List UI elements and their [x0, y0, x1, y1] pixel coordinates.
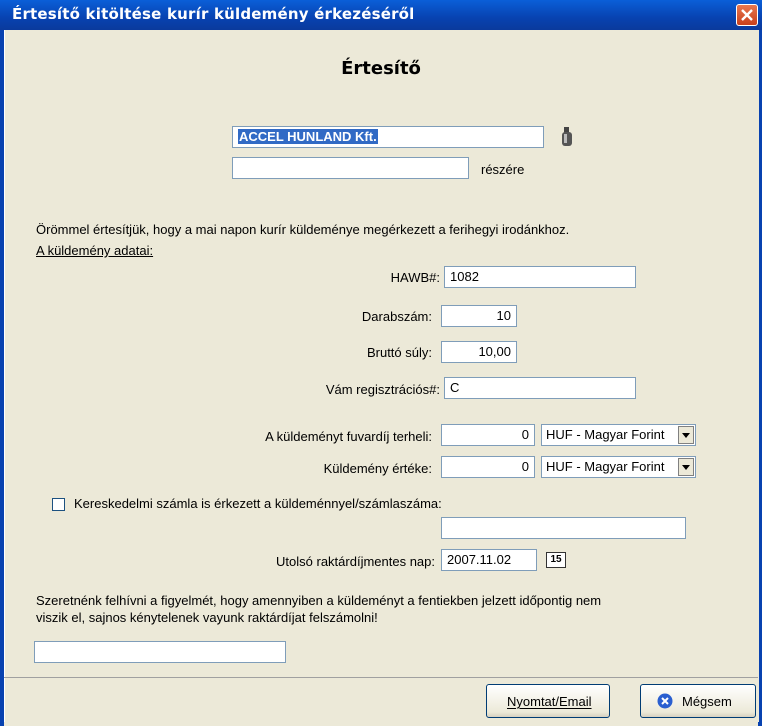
invoice-label: Kereskedelmi számla is érkezett a küldem… [74, 496, 442, 511]
invoice-number-field[interactable] [441, 517, 686, 539]
print-email-button[interactable]: Nyomtat/Email [486, 684, 610, 718]
title-bar[interactable]: Értesítő kitöltése kurír küldemény érkez… [0, 0, 762, 30]
close-icon [741, 9, 753, 21]
freight-currency-select[interactable]: HUF - Magyar Forint [541, 424, 696, 446]
calendar-icon[interactable]: 15 [546, 552, 566, 568]
recipient-second-field[interactable] [232, 157, 469, 179]
section-title: A küldemény adatai: [36, 243, 154, 258]
pieces-field[interactable]: 10 [441, 305, 517, 327]
cancel-icon [657, 693, 673, 709]
extra-field[interactable] [34, 641, 286, 663]
customs-field[interactable]: C [444, 377, 636, 399]
dialog-heading: Értesítő [341, 58, 421, 79]
value-currency-select[interactable]: HUF - Magyar Forint [541, 456, 696, 478]
customs-label: Vám regisztrációs#: [325, 382, 440, 397]
print-email-label: Nyomtat/Email [507, 694, 592, 709]
value-label: Küldemény értéke: [323, 461, 432, 476]
value-amount-field[interactable]: 0 [441, 456, 535, 478]
invoice-checkbox[interactable] [52, 498, 65, 511]
company-value: ACCEL HUNLAND Kft. [238, 129, 378, 144]
pieces-label: Darabszám: [361, 309, 432, 324]
window-title: Értesítő kitöltése kurír küldemény érkez… [12, 5, 415, 23]
chevron-down-icon[interactable] [678, 426, 694, 444]
chevron-down-icon[interactable] [678, 458, 694, 476]
divider [4, 677, 758, 678]
freight-amount-field[interactable]: 0 [441, 424, 535, 446]
hawb-field[interactable]: 1082 [444, 266, 636, 288]
cancel-button[interactable]: Mégsem [640, 684, 756, 718]
cancel-label: Mégsem [682, 694, 732, 709]
last-free-day-label: Utolsó raktárdíjmentes nap: [276, 554, 435, 569]
notice-line-1: Szeretnénk felhívni a figyelmét, hogy am… [36, 593, 602, 608]
lookup-icon[interactable] [560, 126, 574, 150]
intro-text: Örömmel értesítjük, hogy a mai napon kur… [36, 222, 570, 237]
freight-label: A küldeményt fuvardíj terheli: [265, 429, 432, 444]
company-field[interactable]: ACCEL HUNLAND Kft. [232, 126, 544, 148]
notice-line-2: viszik el, sajnos kénytelenek vayunk rak… [36, 610, 378, 625]
value-currency-value: HUF - Magyar Forint [546, 459, 665, 474]
weight-label: Bruttó súly: [366, 345, 432, 360]
calendar-icon-text: 15 [550, 554, 562, 565]
freight-currency-value: HUF - Magyar Forint [546, 427, 665, 442]
weight-field[interactable]: 10,00 [441, 341, 517, 363]
hawb-label: HAWB#: [390, 270, 440, 285]
close-button[interactable] [736, 4, 758, 26]
recipient-suffix-label: részére [481, 162, 525, 177]
last-free-day-field[interactable]: 2007.11.02 [441, 549, 537, 571]
